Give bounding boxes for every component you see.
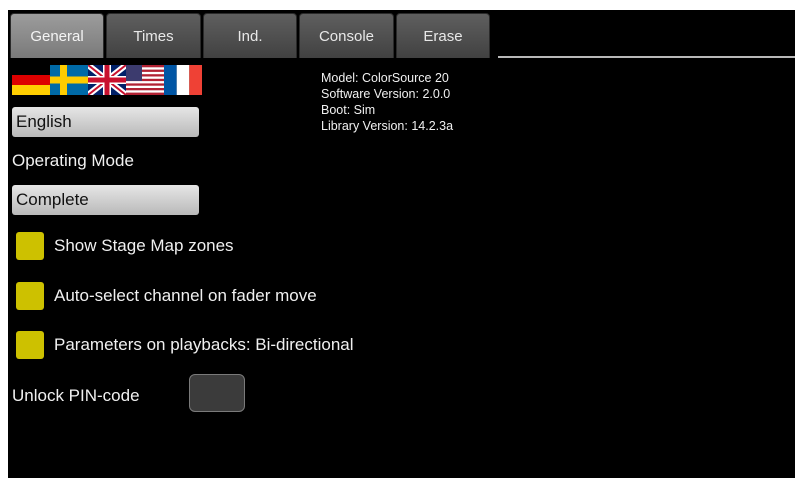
library-version-text: Library Version: 14.2.3a [321, 119, 454, 133]
unlock-pin-label: Unlock PIN-code [12, 386, 140, 405]
software-version-text: Software Version: 2.0.0 [321, 87, 451, 101]
operating-mode-label: Operating Mode [12, 151, 134, 170]
tab-bar-divider [498, 56, 795, 58]
fr-flag-icon[interactable] [164, 65, 202, 95]
tab-general[interactable]: General [10, 13, 104, 58]
unlock-pin-input[interactable] [189, 374, 245, 412]
parameters-on-playbacks-label: Parameters on playbacks: Bi-directional [54, 335, 354, 354]
de-flag-icon[interactable] [12, 65, 50, 95]
auto-select-channel-label: Auto-select channel on fader move [54, 286, 317, 305]
tab-console[interactable]: Console [299, 13, 394, 58]
show-stage-map-zones-checkbox[interactable] [16, 232, 44, 260]
show-stage-map-zones-label: Show Stage Map zones [54, 236, 234, 255]
language-flags [12, 65, 202, 95]
language-select[interactable]: English [12, 107, 199, 137]
uk-flag-icon[interactable] [88, 65, 126, 95]
settings-screen: General Times Ind. Console Erase English… [8, 10, 795, 478]
se-flag-icon[interactable] [50, 65, 88, 95]
us-flag-icon[interactable] [126, 65, 164, 95]
tab-times[interactable]: Times [106, 13, 201, 58]
system-info: Model: ColorSource 20 Software Version: … [321, 70, 453, 134]
boot-text: Boot: Sim [321, 103, 376, 117]
tab-bar: General Times Ind. Console Erase [8, 10, 795, 58]
model-text: Model: ColorSource 20 [321, 71, 449, 85]
operating-mode-select[interactable]: Complete [12, 185, 199, 215]
parameters-on-playbacks-checkbox[interactable] [16, 331, 44, 359]
tab-erase[interactable]: Erase [396, 13, 490, 58]
auto-select-channel-checkbox[interactable] [16, 282, 44, 310]
tab-ind[interactable]: Ind. [203, 13, 297, 58]
